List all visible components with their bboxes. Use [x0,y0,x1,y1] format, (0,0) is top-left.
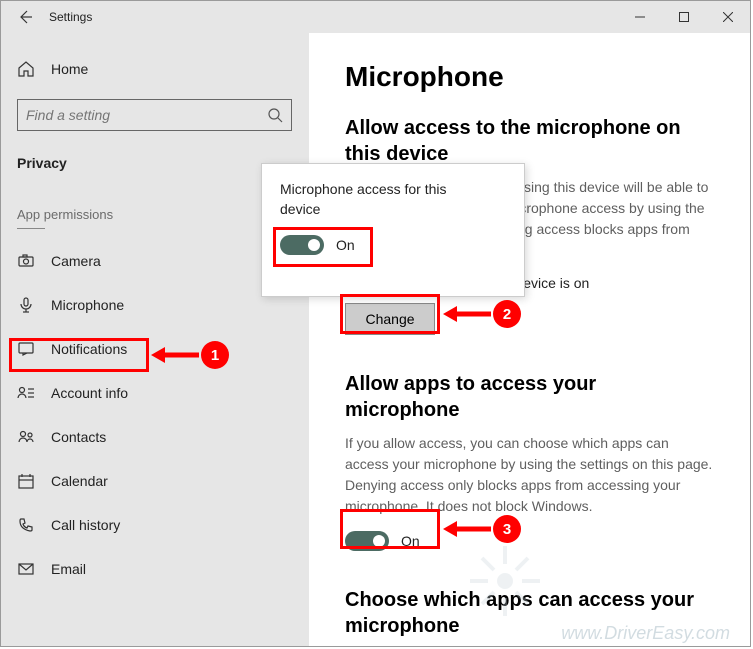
main-content: Microphone Allow access to the microphon… [309,33,750,646]
home-nav[interactable]: Home [1,51,309,87]
sidebar-item-notifications[interactable]: Notifications [1,327,309,371]
sidebar-item-label: Email [51,561,86,577]
device-access-toggle[interactable] [280,235,324,255]
section2-toggle-row: On [345,531,714,551]
change-button[interactable]: Change [345,303,435,335]
sidebar-item-label: Notifications [51,341,127,357]
section2-title: Allow apps to access your microphone [345,371,714,423]
camera-icon [17,252,35,270]
window-title: Settings [41,10,92,24]
sidebar-item-calendar[interactable]: Calendar [1,459,309,503]
home-icon [17,60,35,78]
section1-title: Allow access to the microphone on this d… [345,115,714,167]
popup-toggle-row: On [280,235,506,255]
sidebar-item-label: Microphone [51,297,124,313]
section2-desc: If you allow access, you can choose whic… [345,433,714,517]
search-input[interactable] [26,107,267,123]
title-bar: Settings [1,1,750,33]
sidebar-item-label: Camera [51,253,101,269]
sidebar-item-label: Calendar [51,473,108,489]
section3-title: Choose which apps can access your microp… [345,587,714,639]
sidebar-item-call-history[interactable]: Call history [1,503,309,547]
call-history-icon [17,516,35,534]
subheader-underline [17,228,45,229]
sidebar-item-contacts[interactable]: Contacts [1,415,309,459]
sidebar: Home Privacy App permissions Camera Micr… [1,33,309,646]
calendar-icon [17,472,35,490]
contacts-icon [17,428,35,446]
apps-access-toggle-label: On [401,533,420,549]
microphone-icon [17,296,35,314]
microphone-access-popup: Microphone access for this device On [261,163,525,297]
home-label: Home [51,61,88,77]
minimize-button[interactable] [618,1,662,33]
notifications-icon [17,340,35,358]
arrow-left-icon [17,9,33,25]
email-icon [17,560,35,578]
sidebar-item-label: Account info [51,385,128,401]
sidebar-item-label: Call history [51,517,120,533]
search-icon [267,107,283,123]
maximize-button[interactable] [662,1,706,33]
sidebar-item-account-info[interactable]: Account info [1,371,309,415]
popup-title: Microphone access for this device [280,180,460,219]
close-button[interactable] [706,1,750,33]
change-button-label: Change [365,311,414,327]
sidebar-item-email[interactable]: Email [1,547,309,591]
apps-access-toggle[interactable] [345,531,389,551]
sidebar-item-label: Contacts [51,429,106,445]
page-title: Microphone [345,61,714,93]
back-button[interactable] [9,1,41,33]
device-access-toggle-label: On [336,237,355,253]
search-box[interactable] [17,99,292,131]
account-info-icon [17,384,35,402]
